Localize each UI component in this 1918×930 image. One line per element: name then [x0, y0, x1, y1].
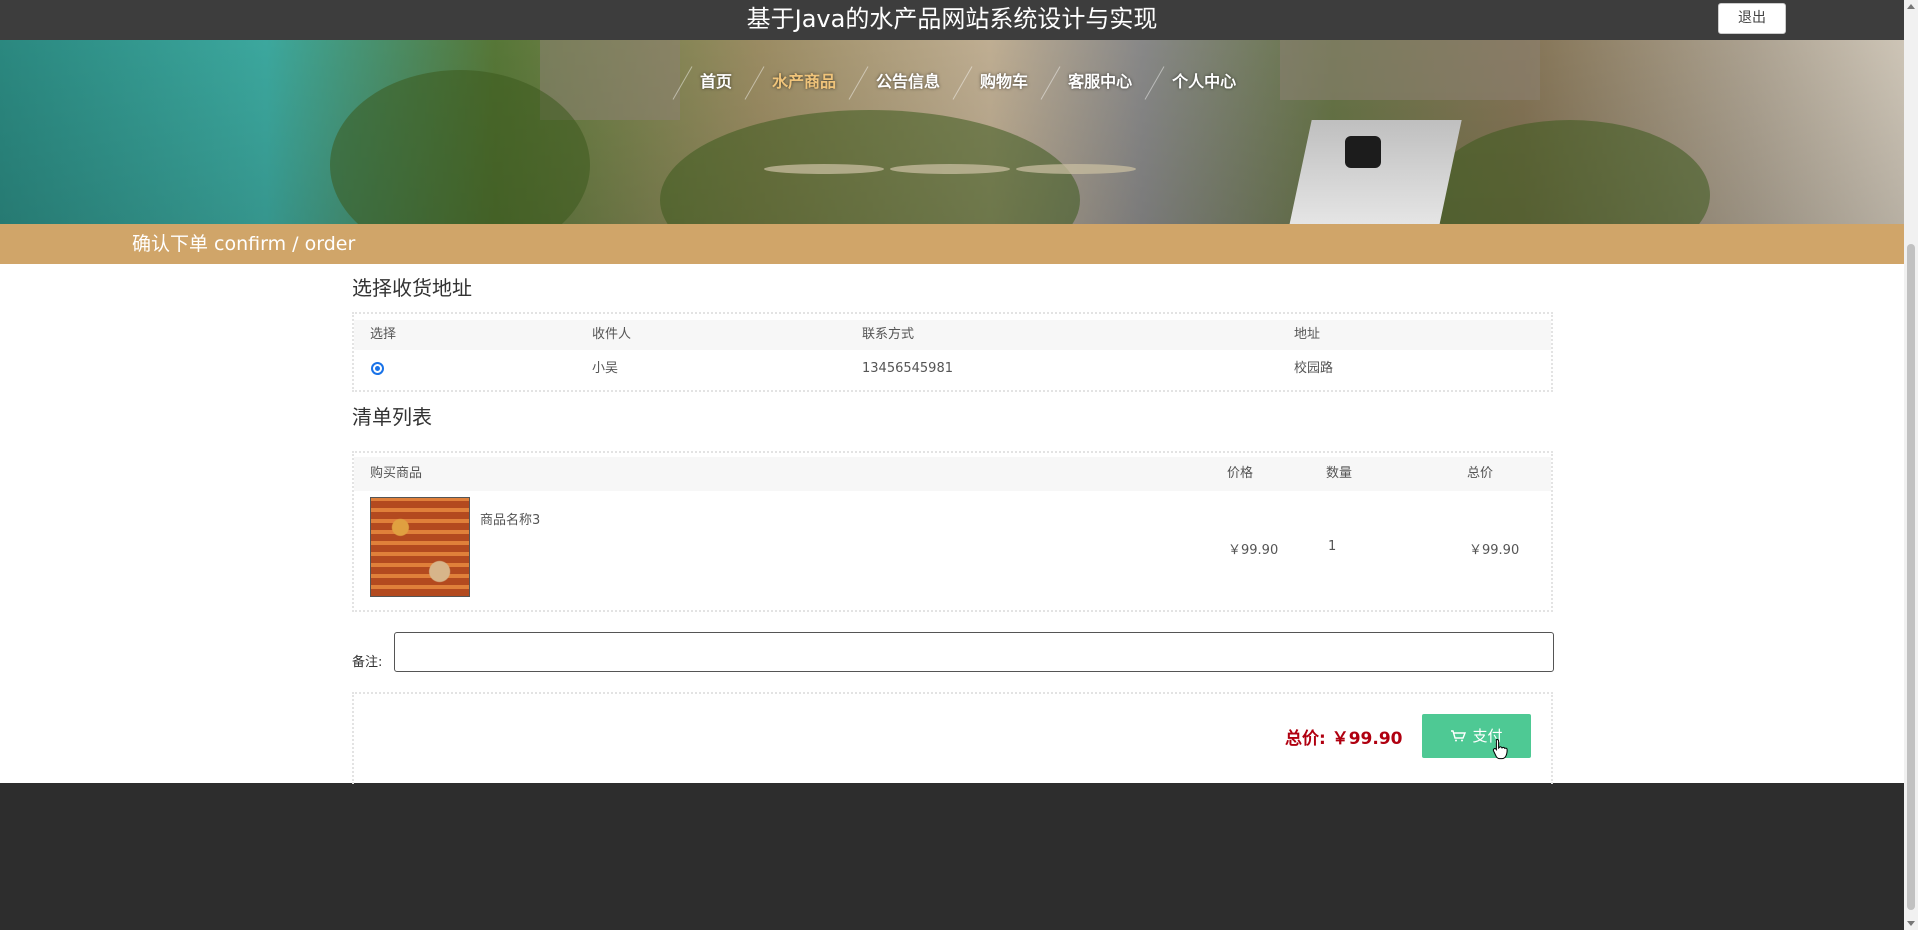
column-header: 选择 — [370, 327, 397, 342]
address-heading: 选择收货地址 — [352, 276, 472, 300]
nav-item-announcements[interactable]: 公告信息 — [848, 66, 960, 100]
nav-item-label: 个人中心 — [1172, 72, 1237, 91]
cart-heading: 清单列表 — [352, 405, 432, 429]
banner: 首页 水产商品 公告信息 购物车 客服中心 个人中心 — [0, 40, 1904, 224]
banner-car — [1345, 136, 1381, 168]
recipient-name: 小吴 — [592, 361, 619, 376]
top-bar: 基于Java的水产品网站系统设计与实现 退出 — [0, 0, 1904, 40]
address-table: 选择 收件人 联系方式 地址 小吴 13456545981 校园路 — [352, 312, 1553, 392]
carousel-dot[interactable] — [764, 164, 884, 174]
section-title: 确认下单 confirm / order — [132, 233, 356, 255]
column-header: 购买商品 — [370, 466, 423, 481]
table-row: 小吴 13456545981 校园路 — [354, 354, 1551, 384]
product-quantity: 1 — [1328, 539, 1337, 554]
column-header: 地址 — [1294, 327, 1321, 342]
banner-trees — [1430, 120, 1710, 224]
scroll-up-arrow-icon[interactable] — [1907, 4, 1915, 9]
column-header: 总价 — [1467, 466, 1494, 481]
product-price: ￥99.90 — [1228, 543, 1279, 558]
column-header: 数量 — [1326, 466, 1353, 481]
cart-icon — [1451, 730, 1467, 742]
pay-button[interactable]: 支付 — [1422, 714, 1531, 758]
product-name[interactable]: 商品名称3 — [480, 509, 540, 528]
logout-button[interactable]: 退出 — [1718, 3, 1786, 34]
hand-cursor-icon — [1492, 738, 1508, 760]
column-header: 收件人 — [592, 327, 632, 342]
note-label: 备注: — [352, 655, 383, 670]
section-header-band: 确认下单 confirm / order — [0, 224, 1904, 264]
column-header: 联系方式 — [862, 327, 915, 342]
banner-building — [1280, 40, 1540, 100]
product-image[interactable] — [370, 497, 470, 597]
nav-item-label: 水产商品 — [772, 72, 837, 91]
carousel-dot[interactable] — [890, 164, 1010, 174]
scroll-down-arrow-icon[interactable] — [1907, 921, 1915, 926]
table-row: 商品名称3 ￥99.90 1 ￥99.90 — [354, 497, 1551, 601]
recipient-address: 校园路 — [1294, 361, 1334, 376]
nav-item-personal-center[interactable]: 个人中心 — [1144, 66, 1256, 100]
scrollbar-thumb[interactable] — [1907, 244, 1915, 910]
recipient-phone: 13456545981 — [862, 361, 953, 376]
carousel-indicators — [764, 164, 1136, 174]
product-subtotal: ￥99.90 — [1469, 543, 1520, 558]
nav-item-cart[interactable]: 购物车 — [952, 66, 1048, 100]
carousel-dot[interactable] — [1016, 164, 1136, 174]
nav-item-label: 公告信息 — [876, 72, 941, 91]
order-total: 总价: ￥99.90 — [1285, 729, 1403, 749]
address-table-header: 选择 收件人 联系方式 地址 — [354, 320, 1551, 350]
address-select-radio[interactable] — [371, 362, 384, 375]
cart-table: 购买商品 价格 数量 总价 商品名称3 ￥99.90 1 ￥99.90 — [352, 451, 1553, 612]
main-nav: 首页 水产商品 公告信息 购物车 客服中心 个人中心 — [672, 66, 1256, 100]
note-input[interactable] — [394, 632, 1554, 672]
nav-item-label: 客服中心 — [1068, 72, 1133, 91]
nav-item-customer-service[interactable]: 客服中心 — [1040, 66, 1152, 100]
site-title: 基于Java的水产品网站系统设计与实现 — [746, 5, 1158, 33]
nav-item-label: 首页 — [700, 72, 733, 91]
nav-item-aquatic-products[interactable]: 水产商品 — [744, 66, 856, 100]
nav-item-label: 购物车 — [980, 72, 1029, 91]
cart-table-header: 购买商品 价格 数量 总价 — [354, 457, 1551, 491]
nav-item-home[interactable]: 首页 — [672, 66, 752, 100]
vertical-scrollbar[interactable] — [1904, 0, 1918, 930]
column-header: 价格 — [1227, 466, 1254, 481]
